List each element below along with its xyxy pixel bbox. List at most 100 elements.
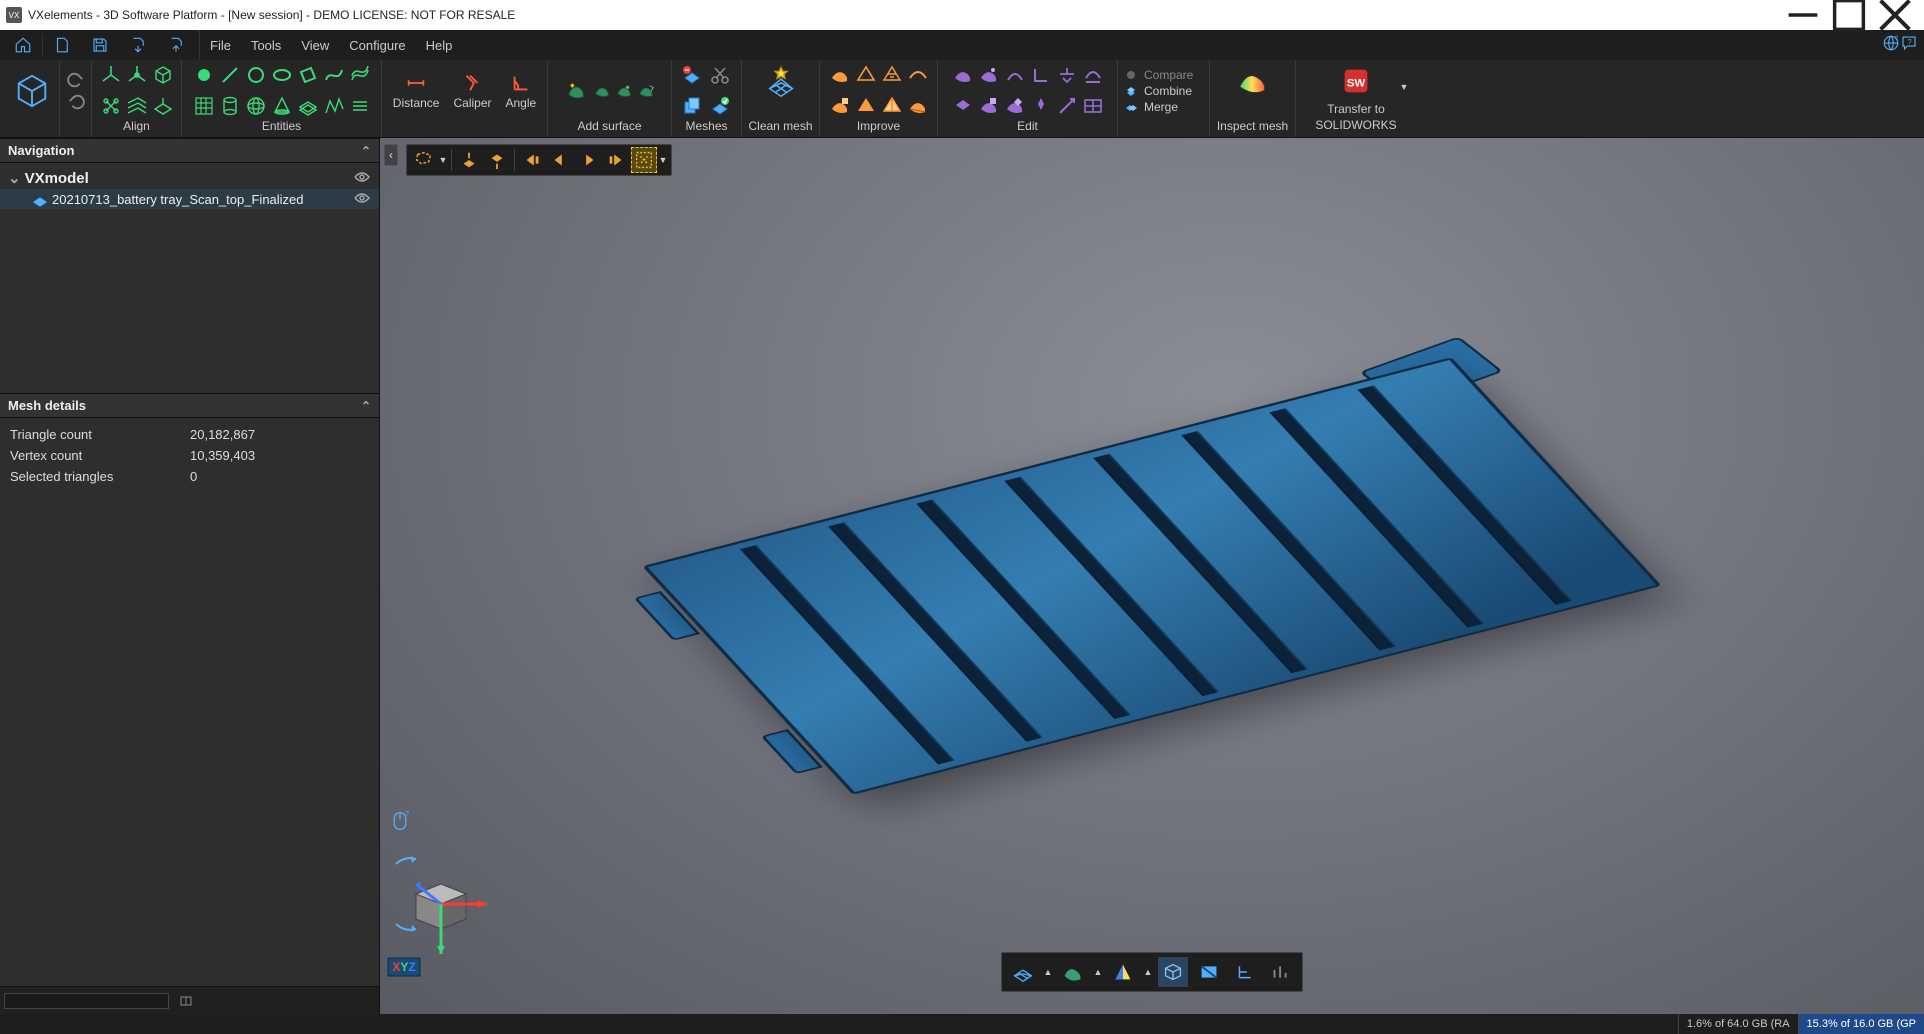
compare-button[interactable]: Compare xyxy=(1124,68,1193,82)
tree-root[interactable]: ⌄ VXmodel xyxy=(0,167,379,189)
select-plane-down-button[interactable] xyxy=(484,147,510,173)
entity-grid-icon[interactable] xyxy=(193,95,215,117)
edit-e-icon[interactable] xyxy=(1056,64,1078,86)
view-stats-button[interactable] xyxy=(1266,957,1296,987)
select-shrink-left-button[interactable] xyxy=(547,147,573,173)
view-clip-button[interactable] xyxy=(1230,957,1260,987)
mesh-copy-icon[interactable] xyxy=(681,95,703,117)
improve-edge-icon[interactable] xyxy=(907,95,929,117)
menu-help[interactable]: Help xyxy=(416,30,463,60)
entity-cone-icon[interactable] xyxy=(271,95,293,117)
entity-rect-icon[interactable] xyxy=(297,64,319,86)
entity-ellipse-icon[interactable] xyxy=(271,64,293,86)
selection-mode-dropdown[interactable]: ▼ xyxy=(439,155,447,165)
entity-section-icon[interactable] xyxy=(349,95,371,117)
edit-c-icon[interactable] xyxy=(1004,64,1026,86)
improve-smooth-icon[interactable] xyxy=(907,64,929,86)
menu-configure[interactable]: Configure xyxy=(339,30,415,60)
entity-slab-icon[interactable] xyxy=(297,95,319,117)
entity-curves-icon[interactable] xyxy=(349,64,371,86)
add-surface-extend-icon[interactable] xyxy=(637,82,655,100)
view-wireframe-dropdown[interactable]: ▲ xyxy=(1044,967,1052,977)
collapse-icon[interactable]: ⌃ xyxy=(361,399,371,413)
axis-triad[interactable]: XYZ xyxy=(386,854,496,984)
edit-i-icon[interactable] xyxy=(1004,95,1026,117)
clean-mesh-button[interactable] xyxy=(762,62,800,100)
undo-button[interactable] xyxy=(67,71,85,89)
vxmodel-icon[interactable] xyxy=(13,72,51,110)
select-shrink-right-button[interactable] xyxy=(575,147,601,173)
tree-item[interactable]: 20210713_battery tray_Scan_top_Finalized xyxy=(0,189,379,209)
inspect-mesh-button[interactable] xyxy=(1234,62,1272,100)
entity-curve-icon[interactable] xyxy=(323,64,345,86)
edit-d-icon[interactable] xyxy=(1030,64,1052,86)
select-all-button[interactable] xyxy=(631,147,657,173)
mesh-cut-icon[interactable] xyxy=(709,64,731,86)
improve-decimate-icon[interactable] xyxy=(881,64,903,86)
align-cube-icon[interactable] xyxy=(152,64,174,86)
add-surface-patch-icon[interactable] xyxy=(593,82,611,100)
combine-button[interactable]: Combine xyxy=(1124,84,1192,98)
dock-icon[interactable] xyxy=(179,994,193,1008)
select-grow-right-button[interactable] xyxy=(603,147,629,173)
improve-fill2-icon[interactable] xyxy=(829,95,851,117)
menu-view[interactable]: View xyxy=(291,30,339,60)
view-normals-button[interactable] xyxy=(1108,957,1138,987)
mesh-delete-icon[interactable] xyxy=(681,64,703,86)
select-lasso-button[interactable] xyxy=(411,147,437,173)
improve-tri-icon[interactable] xyxy=(855,95,877,117)
select-plane-up-button[interactable] xyxy=(456,147,482,173)
caliper-button[interactable] xyxy=(461,72,483,94)
view-section-button[interactable] xyxy=(1194,957,1224,987)
help-globe-button[interactable]: ? xyxy=(1882,34,1900,57)
view-shaded-button[interactable] xyxy=(1058,957,1088,987)
add-surface-fit-icon[interactable] xyxy=(615,82,633,100)
transfer-dropdown[interactable]: ▼ xyxy=(1400,82,1408,92)
mesh-ok-icon[interactable] xyxy=(709,95,731,117)
edit-j-icon[interactable] xyxy=(1030,95,1052,117)
align-origin-icon[interactable] xyxy=(126,64,148,86)
home-button[interactable] xyxy=(4,30,42,60)
transfer-button[interactable]: SW Transfer to SOLIDWORKS xyxy=(1315,62,1396,132)
import-button[interactable] xyxy=(119,30,157,60)
visibility-toggle-icon[interactable] xyxy=(353,170,371,187)
select-options-dropdown[interactable]: ▼ xyxy=(659,155,667,165)
distance-button[interactable] xyxy=(405,72,427,94)
angle-button[interactable] xyxy=(510,72,532,94)
improve-sharpen-icon[interactable] xyxy=(881,95,903,117)
add-surface-auto-icon[interactable] xyxy=(565,80,587,102)
view-box-button[interactable] xyxy=(1158,957,1188,987)
view-wireframe-button[interactable] xyxy=(1008,957,1038,987)
edit-b-icon[interactable] xyxy=(978,64,1000,86)
merge-button[interactable]: Merge xyxy=(1124,100,1178,114)
align-axes-icon[interactable] xyxy=(100,64,122,86)
menu-file[interactable]: File xyxy=(200,30,241,60)
feedback-button[interactable]: ? xyxy=(1900,34,1918,57)
entity-sphere-icon[interactable] xyxy=(245,95,267,117)
entity-point-icon[interactable] xyxy=(193,64,215,86)
menu-tools[interactable]: Tools xyxy=(241,30,291,60)
new-session-button[interactable] xyxy=(43,30,81,60)
redo-button[interactable] xyxy=(67,93,85,111)
viewport-3d[interactable]: ‹ ▼ ▼ xyxy=(380,138,1924,1014)
select-grow-left-button[interactable] xyxy=(519,147,545,173)
improve-fill-icon[interactable] xyxy=(829,64,851,86)
collapse-icon[interactable]: ⌃ xyxy=(361,144,371,158)
entity-line-icon[interactable] xyxy=(219,64,241,86)
export-button[interactable] xyxy=(157,30,195,60)
entity-wire-icon[interactable] xyxy=(323,95,345,117)
edit-k-icon[interactable] xyxy=(1056,95,1078,117)
view-shaded-dropdown[interactable]: ▲ xyxy=(1094,967,1102,977)
visibility-toggle-icon[interactable] xyxy=(353,192,371,207)
align-plane-icon[interactable] xyxy=(152,95,174,117)
save-button[interactable] xyxy=(81,30,119,60)
navigation-header[interactable]: Navigation ⌃ xyxy=(0,138,379,163)
edit-g-icon[interactable] xyxy=(952,95,974,117)
edit-h-icon[interactable] xyxy=(978,95,1000,117)
entity-circle-icon[interactable] xyxy=(245,64,267,86)
minimize-button[interactable] xyxy=(1780,0,1826,30)
collapse-panel-button[interactable]: ‹ xyxy=(384,144,398,166)
align-grid-icon[interactable] xyxy=(126,95,148,117)
edit-l-icon[interactable] xyxy=(1082,95,1104,117)
mesh-details-header[interactable]: Mesh details ⌃ xyxy=(0,393,379,418)
